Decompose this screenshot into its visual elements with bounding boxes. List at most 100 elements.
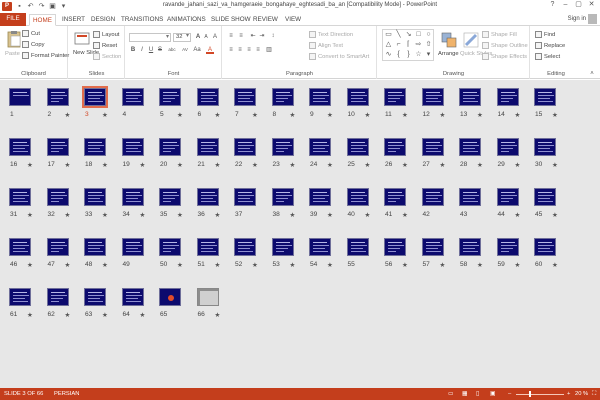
transition-star-icon[interactable]: ★ xyxy=(365,111,371,119)
character-spacing-button[interactable]: AV xyxy=(180,46,190,54)
slide-thumbnail[interactable] xyxy=(196,238,219,256)
zoom-in-button[interactable]: + xyxy=(567,391,570,397)
zoom-slider-thumb[interactable] xyxy=(528,391,531,397)
slide-thumbnail[interactable] xyxy=(421,238,444,256)
slide-thumbnail[interactable] xyxy=(534,188,556,206)
transition-star-icon[interactable]: ★ xyxy=(515,111,521,119)
slide-thumbnail[interactable] xyxy=(271,188,294,206)
slide-thumbnail[interactable] xyxy=(234,188,256,206)
tab-home[interactable]: HOME xyxy=(29,14,56,26)
up-arrow-shape-icon[interactable]: ⇧ xyxy=(424,41,433,49)
slide-thumbnail[interactable] xyxy=(196,188,219,206)
justify-icon[interactable]: ≡ xyxy=(254,46,262,54)
slide-thumbnail[interactable] xyxy=(496,88,519,106)
find-button[interactable]: Find xyxy=(535,31,555,38)
slide-thumbnail[interactable] xyxy=(384,88,406,106)
bracket-shape-icon[interactable]: ⌈ xyxy=(404,41,413,49)
avatar[interactable] xyxy=(588,14,597,24)
slide-show-view-icon[interactable]: ▣ xyxy=(490,391,495,397)
font-size-combo[interactable]: 32 xyxy=(173,33,191,42)
transition-star-icon[interactable]: ★ xyxy=(65,211,71,219)
slide-thumbnail[interactable] xyxy=(271,138,294,156)
slide-thumbnail[interactable] xyxy=(46,238,69,256)
format-painter-button[interactable]: Format Painter xyxy=(22,52,69,59)
fit-slide-icon[interactable]: ⛶ xyxy=(592,391,596,398)
shape-outline-button[interactable]: Shape Outline xyxy=(482,42,528,49)
transition-star-icon[interactable]: ★ xyxy=(65,311,71,319)
slide-thumbnail[interactable] xyxy=(121,138,144,156)
transition-star-icon[interactable]: ★ xyxy=(290,211,296,219)
language-indicator[interactable]: PERSIAN xyxy=(54,391,79,397)
replace-button[interactable]: Replace xyxy=(535,42,565,49)
slide-thumbnail[interactable] xyxy=(159,188,181,206)
align-right-icon[interactable]: ≡ xyxy=(245,46,253,54)
arrange-button[interactable]: Arrange xyxy=(438,51,459,57)
slide-thumbnail[interactable] xyxy=(9,238,31,256)
slide-thumbnail[interactable] xyxy=(309,238,331,256)
reading-view-icon[interactable]: ▯ xyxy=(476,391,479,397)
triangle-shape-icon[interactable]: △ xyxy=(384,41,393,49)
slide-thumbnail[interactable] xyxy=(309,138,331,156)
transition-star-icon[interactable]: ★ xyxy=(252,161,258,169)
convert-smartart-button[interactable]: Convert to SmartArt xyxy=(309,53,369,60)
transition-star-icon[interactable]: ★ xyxy=(477,111,483,119)
transition-star-icon[interactable]: ★ xyxy=(365,161,371,169)
transition-star-icon[interactable]: ★ xyxy=(365,211,371,219)
slide-thumbnail[interactable] xyxy=(384,188,406,206)
transition-star-icon[interactable]: ★ xyxy=(440,261,446,269)
bold-button[interactable]: B xyxy=(129,46,137,54)
transition-star-icon[interactable]: ★ xyxy=(552,211,558,219)
slide-thumbnail[interactable] xyxy=(496,188,519,206)
transition-star-icon[interactable]: ★ xyxy=(177,261,183,269)
transition-star-icon[interactable]: ★ xyxy=(177,211,183,219)
clear-formatting-button[interactable]: A xyxy=(211,33,219,41)
transition-star-icon[interactable]: ★ xyxy=(65,111,71,119)
italic-button[interactable]: I xyxy=(138,46,146,54)
transition-star-icon[interactable]: ★ xyxy=(515,261,521,269)
paste-button[interactable]: Paste xyxy=(5,51,20,57)
collapse-ribbon-icon[interactable]: ˄ xyxy=(588,70,596,78)
slide-thumbnail[interactable] xyxy=(534,88,556,106)
slide-thumbnail[interactable] xyxy=(459,238,481,256)
arrange-icon[interactable] xyxy=(440,31,458,49)
transition-star-icon[interactable]: ★ xyxy=(290,161,296,169)
transition-star-icon[interactable]: ★ xyxy=(552,111,558,119)
close-brace-shape-icon[interactable]: } xyxy=(404,51,413,59)
font-name-combo[interactable] xyxy=(129,33,171,42)
transition-star-icon[interactable]: ★ xyxy=(215,111,221,119)
slide-thumbnail[interactable] xyxy=(459,88,481,106)
shape-fill-button[interactable]: Shape Fill xyxy=(482,31,517,38)
quick-styles-icon[interactable] xyxy=(462,31,480,49)
square-shape-icon[interactable]: □ xyxy=(414,31,423,39)
tab-view[interactable]: VIEW xyxy=(282,14,304,26)
slide-thumbnail[interactable] xyxy=(346,238,369,256)
increase-indent-icon[interactable]: ⇥ xyxy=(258,32,266,40)
slide-sorter-view-icon[interactable]: ▦ xyxy=(462,391,467,397)
transition-star-icon[interactable]: ★ xyxy=(327,211,333,219)
slide-thumbnail[interactable] xyxy=(496,238,519,256)
shape-effects-button[interactable]: Shape Effects xyxy=(482,53,527,60)
slide-thumbnail[interactable] xyxy=(196,138,219,156)
copy-button[interactable]: Copy xyxy=(22,41,45,48)
slide-thumbnail[interactable] xyxy=(121,88,144,106)
slide-thumbnail[interactable] xyxy=(46,288,69,306)
align-center-icon[interactable]: ≡ xyxy=(236,46,244,54)
oval-shape-icon[interactable]: ○ xyxy=(424,31,433,39)
transition-star-icon[interactable]: ★ xyxy=(440,111,446,119)
transition-star-icon[interactable]: ★ xyxy=(402,111,408,119)
tab-slide-show[interactable]: SLIDE SHOW xyxy=(208,14,254,26)
tab-insert[interactable]: INSERT xyxy=(59,14,88,26)
line-shape-icon[interactable]: ╲ xyxy=(394,31,403,39)
transition-star-icon[interactable]: ★ xyxy=(515,211,521,219)
section-button[interactable]: Section xyxy=(93,53,121,60)
slide-thumbnail[interactable] xyxy=(159,88,181,106)
close-button[interactable]: ✕ xyxy=(585,0,598,10)
transition-star-icon[interactable]: ★ xyxy=(252,111,258,119)
grow-font-button[interactable]: A xyxy=(194,33,202,41)
slide-thumbnail[interactable] xyxy=(82,86,108,108)
transition-star-icon[interactable]: ★ xyxy=(327,161,333,169)
transition-star-icon[interactable]: ★ xyxy=(515,161,521,169)
line-spacing-icon[interactable]: ↕ xyxy=(269,32,277,40)
select-button[interactable]: Select xyxy=(535,53,560,60)
transition-star-icon[interactable]: ★ xyxy=(215,211,221,219)
